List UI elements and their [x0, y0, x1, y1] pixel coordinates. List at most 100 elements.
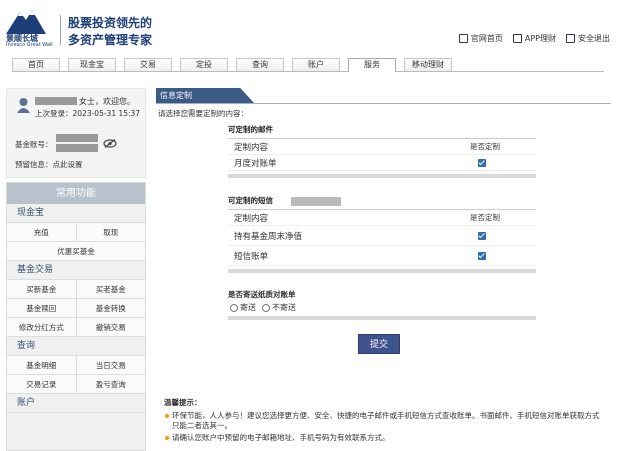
- user-avatar-icon: [17, 98, 30, 113]
- menu-row: 交易记录 盈亏查询: [7, 375, 145, 394]
- menu-item-profit-query[interactable]: 盈亏查询: [75, 375, 146, 393]
- paper-statement-question: 是否寄送纸质对账单: [228, 290, 296, 299]
- sms-col-content: 定制内容: [234, 213, 269, 224]
- menu-item-deposit[interactable]: 充值: [7, 223, 76, 241]
- logout-link-label: 安全退出: [578, 34, 610, 43]
- divider: [228, 316, 536, 320]
- menu-item-buy-new-fund[interactable]: 买新基金: [7, 280, 76, 298]
- user-card: 女士，欢迎您。 上次登录：2023-05-31 15:37 基金账号： 预留信息…: [6, 88, 146, 178]
- last-login: 上次登录：2023-05-31 15:37: [35, 109, 141, 118]
- sms-weekend-nav-checkbox[interactable]: [478, 231, 486, 240]
- email-item-row: 月度对账单: [228, 155, 536, 171]
- email-group: 可定制的邮件 定制内容 是否定制 月度对账单: [228, 124, 536, 178]
- divider: [228, 174, 536, 178]
- menu-row: 基金赎回 基金转换: [7, 299, 145, 318]
- reserve-info: 预留信息：点此设置: [15, 159, 83, 170]
- redacted-block: [291, 196, 341, 206]
- radio-send[interactable]: 寄送: [230, 302, 256, 313]
- menu-header: 常用功能: [7, 183, 145, 204]
- email-col-content: 定制内容: [234, 142, 269, 153]
- menu-item-today-trade[interactable]: 当日交易: [75, 356, 146, 374]
- menu-item-withdraw[interactable]: 取现: [75, 223, 146, 241]
- menu-item-buy-old-fund[interactable]: 买老基金: [75, 280, 146, 298]
- menu-row: 优惠买基金: [7, 242, 145, 261]
- account-label: 基金账号：: [15, 140, 53, 149]
- email-monthly-checkbox[interactable]: [478, 158, 486, 167]
- section-title: 信息定制: [156, 88, 254, 103]
- reserve-set-link[interactable]: 点此设置: [53, 160, 83, 169]
- sms-item-row: 短信账单: [228, 246, 536, 266]
- email-group-title: 可定制的邮件: [228, 125, 273, 134]
- account-number-redacted: [56, 134, 98, 142]
- sms-item-row: 持有基金周末净值: [228, 226, 536, 246]
- email-header-row: 定制内容 是否定制: [228, 139, 536, 155]
- section-title-bar: 信息定制: [156, 88, 611, 104]
- main-nav: 首页 现金宝 交易 定投 查询 账户 服务 移动理财: [12, 58, 604, 72]
- menu-item-trade-records[interactable]: 交易记录: [7, 375, 76, 393]
- home-icon: [458, 34, 468, 43]
- account-number-redacted-2: [56, 144, 98, 152]
- email-col-subscribe: 是否定制: [470, 142, 500, 151]
- tip-item: 请确认您账户中预留的电子邮箱地址、手机号码为有效联系方式。: [164, 433, 604, 443]
- radio-circle: [230, 303, 238, 312]
- menu-section-account: 账户: [7, 394, 145, 413]
- tab-auto-invest[interactable]: 定投: [180, 58, 228, 71]
- sms-statement-checkbox[interactable]: [478, 251, 486, 260]
- top-links: 官网首页 APP理财 安全退出: [458, 33, 610, 44]
- home-link[interactable]: 官网首页: [458, 33, 503, 44]
- reserve-label: 预留信息：: [15, 160, 53, 169]
- tab-service[interactable]: 服务: [348, 58, 396, 72]
- menu-item-convert[interactable]: 基金转换: [75, 299, 146, 317]
- tab-mobile[interactable]: 移动理财: [404, 58, 452, 71]
- sms-item-weekend-nav: 持有基金周末净值: [234, 231, 303, 242]
- slogan-divider: [60, 15, 61, 45]
- radio-no-send[interactable]: 不寄送: [262, 302, 296, 313]
- sms-group: 可定制的短信 定制内容 是否定制 持有基金周末净值 短信账单: [228, 195, 536, 273]
- email-item-monthly-statement: 月度对账单: [234, 158, 277, 169]
- radio-send-label: 寄送: [240, 303, 256, 312]
- menu-item-cancel-trade[interactable]: 撤销交易: [75, 318, 146, 336]
- tab-home[interactable]: 首页: [12, 58, 60, 71]
- menu-row: 充值 取现: [7, 223, 145, 242]
- home-link-label: 官网首页: [470, 34, 503, 43]
- menu-item-fund-detail[interactable]: 基金明细: [7, 356, 76, 374]
- sms-group-title: 可定制的短信: [228, 196, 273, 205]
- menu-section-cash: 现金宝: [7, 204, 145, 223]
- paper-statement-options: 寄送 不寄送: [230, 302, 296, 313]
- tab-trade[interactable]: 交易: [124, 58, 172, 71]
- sms-item-sms-statement: 短信账单: [234, 251, 269, 262]
- menu-section-query: 查询: [7, 337, 145, 356]
- intro-text: 请选择您需要定制的内容：: [158, 109, 248, 118]
- submit-button[interactable]: 提交: [358, 334, 400, 354]
- divider: [228, 269, 536, 273]
- brand-name-en: Invesco Great Wall: [6, 42, 53, 48]
- menu-item-dividend-mode[interactable]: 修改分红方式: [7, 318, 76, 336]
- hide-eye-icon[interactable]: [103, 139, 117, 148]
- greeting-text: 女士，欢迎您。: [79, 97, 135, 106]
- menu-item-discount-buy[interactable]: 优惠买基金: [7, 242, 145, 260]
- menu-item-redeem[interactable]: 基金赎回: [7, 299, 76, 317]
- radio-circle: [262, 303, 270, 312]
- logo-mountain-icon: [6, 10, 46, 34]
- tab-account[interactable]: 账户: [292, 58, 340, 71]
- tips-title: 温馨提示：: [164, 398, 202, 407]
- tips-box: 温馨提示： 环保节能，人人参与！建议您选择更方便、安全、快捷的电子邮件或手机短信…: [164, 397, 604, 445]
- username-redacted: [35, 97, 77, 105]
- slogan-line-1: 股票投资领先的: [68, 16, 153, 30]
- menu-section-fund-trade: 基金交易: [7, 261, 145, 280]
- menu-row: 基金明细 当日交易: [7, 356, 145, 375]
- menu-row: 修改分红方式 撤销交易: [7, 318, 145, 337]
- app-link-label: APP理财: [524, 34, 556, 43]
- sms-col-subscribe: 是否定制: [470, 213, 500, 222]
- slogan-line-2: 多资产管理专家: [68, 33, 153, 47]
- common-functions-menu: 常用功能 现金宝 充值 取现 优惠买基金 基金交易 买新基金 买老基金 基金赎回…: [6, 182, 146, 451]
- logout-icon: [566, 34, 575, 43]
- radio-no-send-label: 不寄送: [272, 303, 296, 312]
- app-link[interactable]: APP理财: [512, 33, 556, 44]
- phone-icon: [512, 34, 522, 43]
- sms-group-title-wrap: 可定制的短信: [228, 195, 536, 207]
- tab-cash[interactable]: 现金宝: [68, 58, 116, 71]
- logout-link[interactable]: 安全退出: [566, 33, 610, 44]
- tip-item: 环保节能，人人参与！建议您选择更方便、安全、快捷的电子邮件或手机短信方式查收账单…: [164, 411, 604, 431]
- tab-query[interactable]: 查询: [236, 58, 284, 71]
